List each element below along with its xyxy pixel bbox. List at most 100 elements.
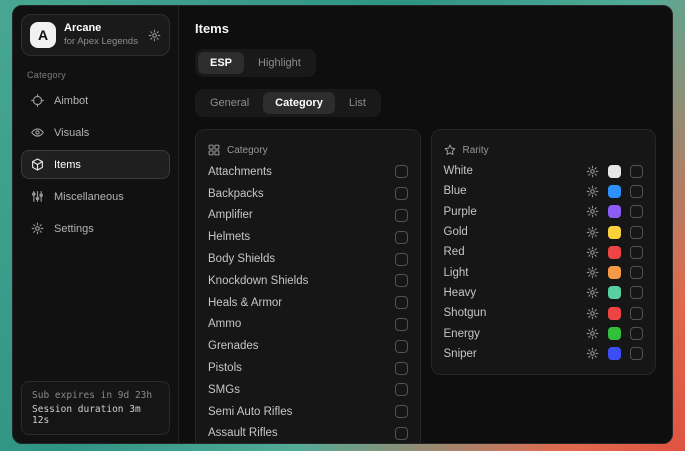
rarity-color-swatch[interactable] xyxy=(608,165,621,178)
rarity-settings-icon[interactable] xyxy=(586,307,599,320)
category-checkbox[interactable] xyxy=(395,274,408,287)
rarity-row: Heavy xyxy=(444,283,644,303)
category-checkbox[interactable] xyxy=(395,405,408,418)
brand-card: A Arcane for Apex Legends xyxy=(21,14,170,56)
sidebar-item-aimbot[interactable]: Aimbot xyxy=(21,86,170,115)
sidebar-item-label: Items xyxy=(54,159,81,171)
subtab-general[interactable]: General xyxy=(198,92,261,114)
rarity-checkbox[interactable] xyxy=(630,286,643,299)
rarity-controls xyxy=(586,165,643,178)
rarity-color-swatch[interactable] xyxy=(608,205,621,218)
rarity-row: White xyxy=(444,161,644,181)
category-checkbox[interactable] xyxy=(395,296,408,309)
sidebar-item-label: Aimbot xyxy=(54,95,88,107)
category-row-label: Helmets xyxy=(208,231,250,243)
rarity-controls xyxy=(586,205,643,218)
category-row: Grenades xyxy=(208,335,408,357)
rarity-checkbox[interactable] xyxy=(630,226,643,239)
rarity-checkbox[interactable] xyxy=(630,246,643,259)
rarity-settings-icon[interactable] xyxy=(586,165,599,178)
category-checkbox[interactable] xyxy=(395,318,408,331)
rarity-color-swatch[interactable] xyxy=(608,327,621,340)
rarity-color-swatch[interactable] xyxy=(608,286,621,299)
rarity-row: Purple xyxy=(444,202,644,222)
rarity-color-swatch[interactable] xyxy=(608,307,621,320)
category-checkbox[interactable] xyxy=(395,187,408,200)
rarity-settings-icon[interactable] xyxy=(586,286,599,299)
category-row: Ammo xyxy=(208,314,408,336)
category-row: Knockdown Shields xyxy=(208,270,408,292)
brand-settings-icon[interactable] xyxy=(148,29,161,42)
category-row: Heals & Armor xyxy=(208,292,408,314)
category-row-label: Heals & Armor xyxy=(208,297,282,309)
sidebar-item-settings[interactable]: Settings xyxy=(21,214,170,243)
sub-expires-text: Sub expires in 9d 23h xyxy=(32,390,159,401)
rarity-panel: Rarity WhiteBluePurpleGoldRedLightHeavyS… xyxy=(431,129,657,375)
rarity-row: Blue xyxy=(444,181,644,201)
rarity-settings-icon[interactable] xyxy=(586,347,599,360)
category-row-label: Pistols xyxy=(208,362,242,374)
crosshair-icon xyxy=(31,94,44,107)
rarity-controls xyxy=(586,327,643,340)
rarity-color-swatch[interactable] xyxy=(608,185,621,198)
category-row-label: Ammo xyxy=(208,318,241,330)
category-checkbox[interactable] xyxy=(395,209,408,222)
category-checkbox[interactable] xyxy=(395,231,408,244)
gear-icon xyxy=(31,222,44,235)
rarity-color-swatch[interactable] xyxy=(608,246,621,259)
tab-esp[interactable]: ESP xyxy=(198,52,244,74)
rarity-color-swatch[interactable] xyxy=(608,226,621,239)
category-checkbox[interactable] xyxy=(395,165,408,178)
category-row-label: Grenades xyxy=(208,340,259,352)
rarity-row-label: Purple xyxy=(444,206,477,218)
brand-title: Arcane xyxy=(64,22,140,36)
rarity-checkbox[interactable] xyxy=(630,165,643,178)
category-checkbox[interactable] xyxy=(395,427,408,440)
sidebar-section-label: Category xyxy=(27,70,164,80)
panels-row: Category AttachmentsBackpacksAmplifierHe… xyxy=(195,129,656,443)
sidebar-item-label: Visuals xyxy=(54,127,89,139)
tab-highlight[interactable]: Highlight xyxy=(246,52,313,74)
rarity-checkbox[interactable] xyxy=(630,307,643,320)
rarity-row-label: White xyxy=(444,165,473,177)
category-row-label: Backpacks xyxy=(208,188,264,200)
app-window: A Arcane for Apex Legends Category Aimbo… xyxy=(12,5,673,444)
category-checkbox[interactable] xyxy=(395,362,408,375)
main-content: Items ESPHighlight GeneralCategoryList C… xyxy=(179,6,672,443)
subtab-list[interactable]: List xyxy=(337,92,378,114)
grid-icon xyxy=(208,144,220,156)
rarity-settings-icon[interactable] xyxy=(586,246,599,259)
sidebar-item-miscellaneous[interactable]: Miscellaneous xyxy=(21,182,170,211)
star-icon xyxy=(444,144,456,156)
category-row-label: Knockdown Shields xyxy=(208,275,308,287)
rarity-controls xyxy=(586,307,643,320)
category-panel-title: Category xyxy=(227,145,268,156)
rarity-row-label: Gold xyxy=(444,226,468,238)
rarity-checkbox[interactable] xyxy=(630,185,643,198)
mode-tab-group: ESPHighlight xyxy=(195,49,316,77)
category-row-label: Attachments xyxy=(208,166,272,178)
rarity-checkbox[interactable] xyxy=(630,347,643,360)
rarity-settings-icon[interactable] xyxy=(586,266,599,279)
rarity-settings-icon[interactable] xyxy=(586,327,599,340)
category-row: Helmets xyxy=(208,226,408,248)
category-row: SMGs xyxy=(208,379,408,401)
sidebar-item-items[interactable]: Items xyxy=(21,150,170,179)
subtab-category[interactable]: Category xyxy=(263,92,335,114)
category-row: Semi Auto Rifles xyxy=(208,401,408,423)
category-checkbox[interactable] xyxy=(395,340,408,353)
rarity-checkbox[interactable] xyxy=(630,205,643,218)
sidebar-item-visuals[interactable]: Visuals xyxy=(21,118,170,147)
rarity-color-swatch[interactable] xyxy=(608,266,621,279)
rarity-color-swatch[interactable] xyxy=(608,347,621,360)
category-checkbox[interactable] xyxy=(395,253,408,266)
rarity-settings-icon[interactable] xyxy=(586,185,599,198)
category-checkbox[interactable] xyxy=(395,383,408,396)
category-row: Pistols xyxy=(208,357,408,379)
rarity-settings-icon[interactable] xyxy=(586,226,599,239)
rarity-controls xyxy=(586,266,643,279)
rarity-checkbox[interactable] xyxy=(630,327,643,340)
rarity-checkbox[interactable] xyxy=(630,266,643,279)
category-row: Attachments xyxy=(208,161,408,183)
rarity-settings-icon[interactable] xyxy=(586,205,599,218)
